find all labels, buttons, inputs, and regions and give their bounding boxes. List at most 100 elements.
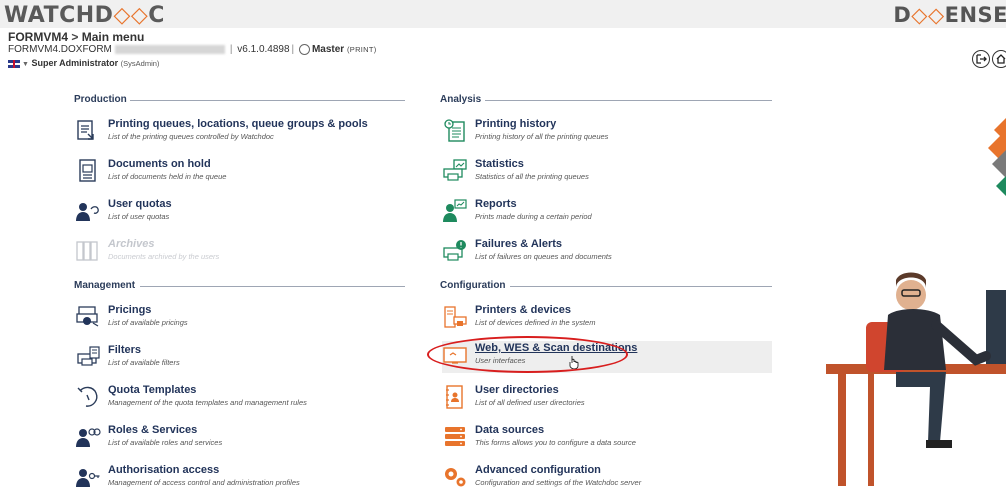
- menu-item-title[interactable]: Data sources: [475, 424, 544, 436]
- directory-icon: [446, 385, 463, 409]
- menu-item-title[interactable]: Roles & Services: [108, 424, 197, 436]
- menu-item-user-directories[interactable]: User directories List of all defined use…: [442, 383, 772, 415]
- breadcrumb: FORMVM4 > Main menu: [8, 30, 144, 44]
- menu-item-quota-templates[interactable]: Quota Templates Management of the quota …: [75, 383, 405, 415]
- menu-item-title[interactable]: Quota Templates: [108, 384, 196, 396]
- highlight-ring: [427, 336, 628, 373]
- user-name: Super Administrator: [31, 58, 119, 68]
- menu-item-archives: Archives Documents archived by the users: [75, 237, 405, 269]
- menu-item-desc: List of devices defined in the system: [475, 318, 596, 327]
- menu-item-pricings[interactable]: Pricings List of available pricings: [75, 303, 405, 335]
- menu-item-desc: List of all defined user directories: [475, 398, 585, 407]
- section-management: Management: [74, 280, 136, 291]
- menu-item-desc: Statistics of all the printing queues: [475, 172, 589, 181]
- section-divider: [510, 286, 772, 287]
- user-selector[interactable]: ▼ Super Administrator (SysAdmin): [8, 58, 159, 68]
- roles-icon: [76, 428, 101, 447]
- menu-item-data-sources[interactable]: Data sources This forms allows you to co…: [442, 423, 772, 455]
- logout-glyph: [976, 54, 987, 64]
- menu-item-desc: List of the printing queues controlled b…: [108, 132, 274, 141]
- menu-item-title[interactable]: Advanced configuration: [475, 464, 601, 476]
- menu-item-title[interactable]: Printing history: [475, 118, 556, 130]
- menu-item-desc: Printing history of all the printing que…: [475, 132, 609, 141]
- menu-item-title[interactable]: Failures & Alerts: [475, 238, 562, 250]
- person-torso: [884, 309, 946, 370]
- logout-icon[interactable]: [972, 50, 990, 68]
- menu-item-title[interactable]: User quotas: [108, 198, 172, 210]
- menu-item-advanced-configuration[interactable]: Advanced configuration Configuration and…: [442, 463, 772, 489]
- language-flag-icon[interactable]: [8, 59, 20, 68]
- menu-item-printers-devices[interactable]: Printers & devices List of devices defin…: [442, 303, 772, 335]
- menu-item-title[interactable]: Filters: [108, 344, 141, 356]
- menu-item-desc: List of user quotas: [108, 212, 170, 221]
- redacted-address: [114, 45, 225, 54]
- pricing-icon: [76, 306, 99, 327]
- menu-item-title: Archives: [108, 238, 155, 250]
- menu-item-desc: List of available roles and services: [108, 438, 223, 447]
- master-icon: [298, 44, 310, 55]
- archive-icon: [76, 241, 98, 261]
- data-source-icon: [445, 427, 465, 446]
- server-info: FORMVM4.DOXFORM | v6.1.0.4898 | Master (PR…: [8, 44, 377, 55]
- alert-icon: [443, 240, 466, 261]
- home-icon[interactable]: [992, 50, 1006, 68]
- menu-item-reports[interactable]: Reports Prints made during a certain per…: [442, 197, 772, 229]
- role-tag: (PRINT): [346, 45, 377, 55]
- gears-icon: [445, 468, 466, 487]
- menu-item-filters[interactable]: Filters List of available filters: [75, 343, 405, 375]
- section-analysis: Analysis: [440, 94, 482, 105]
- logo-text-end: C: [148, 3, 165, 28]
- divider: |: [291, 44, 295, 56]
- breadcrumb-server[interactable]: FORMVM4: [8, 30, 68, 44]
- section-divider: [140, 286, 405, 287]
- authorisation-icon: [76, 469, 100, 487]
- chevron-down-icon[interactable]: ▼: [22, 61, 29, 68]
- menu-item-title[interactable]: User directories: [475, 384, 559, 396]
- printers-icon: [444, 306, 467, 328]
- menu-item-title[interactable]: Statistics: [475, 158, 524, 170]
- menu-item-user-quotas[interactable]: User quotas List of user quotas: [75, 197, 405, 229]
- menu-item-documents-on-hold[interactable]: Documents on hold List of documents held…: [75, 157, 405, 189]
- menu-item-desc: Documents archived by the users: [108, 252, 220, 261]
- user-account: (SysAdmin): [120, 59, 160, 68]
- menu-item-roles-services[interactable]: Roles & Services List of available roles…: [75, 423, 405, 455]
- menu-item-title[interactable]: Reports: [475, 198, 517, 210]
- user-quota-icon: [76, 203, 99, 221]
- menu-item-printing-history[interactable]: Printing history Printing history of all…: [442, 117, 772, 149]
- filter-icon: [77, 346, 100, 366]
- document-hold-icon: [79, 159, 96, 182]
- divider: |: [229, 44, 233, 56]
- section-configuration: Configuration: [440, 280, 506, 291]
- desk-leg: [868, 374, 874, 486]
- host-name: FORMVM4.DOXFORM: [8, 44, 112, 56]
- menu-item-printing-queues[interactable]: Printing queues, locations, queue groups…: [75, 117, 405, 149]
- menu-item-title[interactable]: Printing queues, locations, queue groups…: [108, 118, 368, 130]
- menu-item-title[interactable]: Documents on hold: [108, 158, 211, 170]
- version-label: v6.1.0.4898: [237, 44, 290, 56]
- menu-item-authorisation-access[interactable]: Authorisation access Management of acces…: [75, 463, 405, 489]
- section-production: Production: [74, 94, 127, 105]
- logo-text: WATCHD: [4, 3, 114, 28]
- menu-item-title[interactable]: Pricings: [108, 304, 151, 316]
- role-label: Master: [311, 44, 345, 56]
- menu-item-failures-alerts[interactable]: Failures & Alerts List of failures on qu…: [442, 237, 772, 269]
- home-glyph: [996, 54, 1006, 64]
- brand-shapes: [988, 118, 1006, 196]
- breadcrumb-separator: >: [71, 30, 79, 44]
- printer-queue-icon: [77, 120, 94, 140]
- menu-item-desc: Configuration and settings of the Watchd…: [475, 478, 642, 487]
- menu-item-title[interactable]: Printers & devices: [475, 304, 571, 316]
- desk-leg: [838, 374, 846, 486]
- logo-mark: ◇◇: [113, 3, 149, 28]
- menu-item-statistics[interactable]: Statistics Statistics of all the printin…: [442, 157, 772, 189]
- watchdoc-logo[interactable]: WATCHD◇◇C: [4, 3, 165, 28]
- person-shoe: [926, 440, 952, 448]
- statistics-icon: [443, 159, 467, 181]
- reports-icon: [443, 199, 467, 222]
- menu-item-desc: Prints made during a certain period: [475, 212, 592, 221]
- menu-item-desc: List of failures on queues and documents: [475, 252, 612, 261]
- menu-item-title[interactable]: Authorisation access: [108, 464, 219, 476]
- brand-text-end: ENSE: [944, 3, 1006, 27]
- menu-item-desc: List of documents held in the queue: [108, 172, 227, 181]
- office-worker-illustration: [826, 118, 1006, 486]
